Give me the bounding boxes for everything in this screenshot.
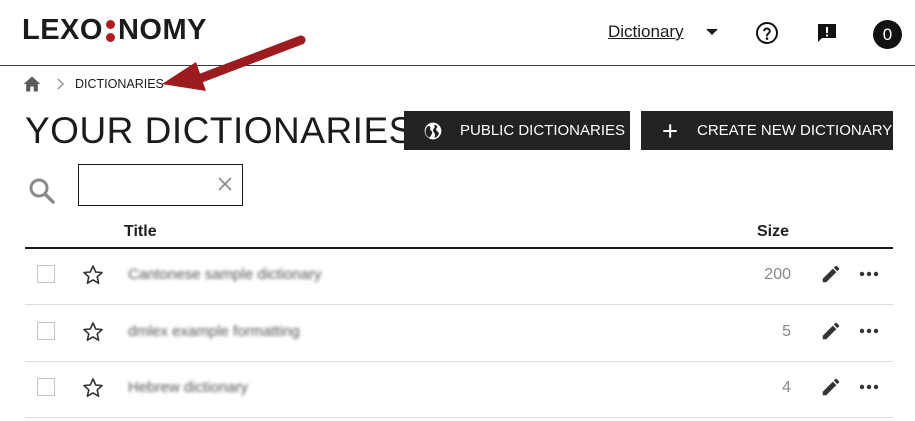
star-icon[interactable] [81, 320, 105, 344]
search-field[interactable] [78, 164, 243, 206]
breadcrumb-current: DICTIONARIES [75, 77, 164, 91]
dictionary-size: 200 [764, 266, 791, 283]
row-checkbox[interactable] [37, 322, 55, 340]
help-icon[interactable] [755, 21, 779, 45]
avatar[interactable]: 0 [873, 20, 902, 49]
table-row: Cantonese sample dictionary 200 [25, 248, 893, 305]
dictionary-size: 4 [782, 379, 791, 396]
feedback-icon[interactable] [815, 21, 839, 45]
column-header-size[interactable]: Size [757, 223, 789, 241]
public-dictionaries-button[interactable]: PUBLIC DICTIONARIES [404, 111, 630, 150]
star-icon[interactable] [81, 263, 105, 287]
more-options-icon[interactable] [858, 376, 880, 398]
logo-dots [105, 18, 115, 44]
table-row: Hebrew dictionary 4 [25, 361, 893, 418]
star-icon[interactable] [81, 376, 105, 400]
more-options-icon[interactable] [858, 263, 880, 285]
row-checkbox[interactable] [37, 378, 55, 396]
search-input[interactable] [85, 165, 219, 205]
caret-down-icon[interactable] [705, 29, 718, 35]
clear-icon[interactable] [217, 176, 233, 192]
edit-icon[interactable] [820, 263, 842, 285]
top-bar: LEXO NOMY Dictionary 0 [0, 0, 915, 66]
lexonomy-logo[interactable]: LEXO NOMY [22, 14, 207, 47]
home-icon[interactable] [22, 74, 42, 94]
search-icon [29, 178, 55, 204]
table-row: dmlex example formatting 5 [25, 305, 893, 362]
logo-text-left: LEXO [22, 14, 103, 46]
column-header-title[interactable]: Title [124, 223, 157, 241]
more-options-icon[interactable] [858, 320, 880, 342]
breadcrumb: DICTIONARIES [22, 74, 164, 94]
table-header: Title Size [25, 220, 893, 249]
page-title: YOUR DICTIONARIES [25, 110, 414, 151]
plus-icon [663, 123, 677, 138]
chevron-right-icon [57, 78, 65, 90]
globe-icon [424, 122, 442, 139]
edit-icon[interactable] [820, 320, 842, 342]
dictionary-size: 5 [782, 323, 791, 340]
create-dictionary-label: CREATE NEW DICTIONARY [697, 122, 893, 139]
dictionary-menu-label[interactable]: Dictionary [608, 22, 684, 42]
row-checkbox[interactable] [37, 265, 55, 283]
dictionary-menu[interactable]: Dictionary [608, 22, 718, 42]
dictionary-title[interactable]: Hebrew dictionary [128, 379, 248, 396]
create-dictionary-button[interactable]: CREATE NEW DICTIONARY [641, 111, 893, 150]
public-dictionaries-label: PUBLIC DICTIONARIES [460, 122, 626, 139]
dictionary-title[interactable]: dmlex example formatting [128, 323, 300, 340]
logo-text-right: NOMY [117, 14, 207, 46]
edit-icon[interactable] [820, 376, 842, 398]
dictionary-title[interactable]: Cantonese sample dictionary [128, 266, 321, 283]
